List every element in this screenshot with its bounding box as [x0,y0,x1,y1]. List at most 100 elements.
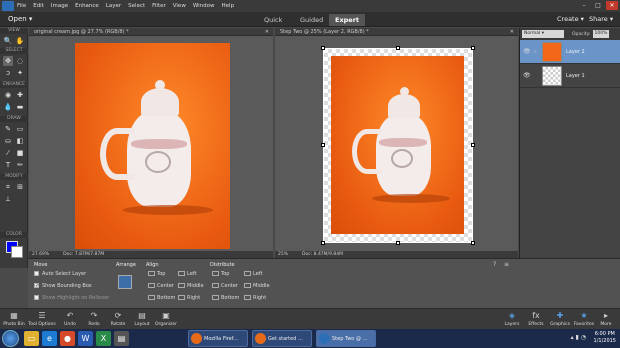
zoom-tool-icon[interactable]: 🔍 [3,36,13,46]
spot-heal-icon[interactable]: ✚ [15,90,25,100]
background-color-swatch[interactable] [11,246,23,258]
gradient-tool-icon[interactable]: ◧ [15,136,25,146]
share-button[interactable]: Share ▾ [589,15,613,23]
visibility-eye-icon[interactable]: 👁 [523,72,531,79]
doc1-tab[interactable]: original cream.jpg @ 27.7% (RGB/8) * ✕ [29,28,273,36]
menu-window[interactable]: Window [193,3,215,9]
doc2-photo[interactable] [331,56,464,234]
maximize-icon[interactable]: □ [592,1,604,10]
checkbox-checked-icon[interactable]: ✓ [34,283,39,289]
align-right[interactable]: Right [178,295,200,301]
transform-handle-bottom[interactable] [396,241,400,245]
transform-handle-tr[interactable] [471,46,475,50]
align-top[interactable]: Top [148,271,165,277]
sponge-tool-icon[interactable]: ▬ [15,102,25,112]
brush-tool-icon[interactable]: ✎ [3,124,13,134]
chrome-icon[interactable]: ● [60,331,75,346]
eraser-tool-icon[interactable]: ▭ [15,124,25,134]
eye-tool-icon[interactable]: ◉ [3,90,13,100]
menu-help[interactable]: Help [222,3,235,9]
menu-image[interactable]: Image [51,3,68,9]
hand-tool-icon[interactable]: ✋ [15,36,25,46]
taskbar-step-two[interactable]: Step Two @ ... [316,330,376,347]
transform-handle-br[interactable] [471,241,475,245]
show-bbox-option[interactable]: ✓ Show Bounding Box [34,283,92,289]
menu-filter[interactable]: Filter [152,3,166,9]
minimize-icon[interactable]: – [578,1,590,10]
transform-handle-left[interactable] [321,143,325,147]
visibility-eye-icon[interactable]: 👁 [523,48,531,55]
arrange-icon[interactable] [118,275,132,289]
tab-expert[interactable]: Expert [329,14,366,26]
distribute-top[interactable]: Top [212,271,229,277]
move-tool-icon[interactable]: ✥ [3,56,13,66]
clock[interactable]: 6:00 PM 1/1/2015 [594,331,616,345]
recompose-tool-icon[interactable]: ⊞ [15,182,25,192]
menu-enhance[interactable]: Enhance [75,3,99,9]
checkbox-icon[interactable] [34,271,39,276]
align-left[interactable]: Left [178,271,196,277]
transform-handle-bl[interactable] [321,241,325,245]
taskbar-get-started[interactable]: Get started ... [252,330,312,347]
align-middle[interactable]: Middle [178,283,204,289]
organizer-button[interactable]: ▣ Organizer [152,310,180,327]
doc1-close-icon[interactable]: ✕ [265,28,269,36]
distribute-middle[interactable]: Middle [244,283,270,289]
shape-tool-icon[interactable]: ■ [15,148,25,158]
magic-wand-icon[interactable]: ✦ [15,68,25,78]
doc1-zoom[interactable]: 27.69% [32,251,49,258]
lasso-tool-icon[interactable]: ↄ [3,68,13,78]
straighten-tool-icon[interactable]: ⟂ [3,194,13,204]
word-icon[interactable]: W [78,331,93,346]
type-tool-icon[interactable]: T [3,160,13,170]
help-icon[interactable]: ? [493,261,496,268]
ie-icon[interactable]: e [42,331,57,346]
taskbar-firefox[interactable]: Mozilla Firef... [188,330,248,347]
marquee-tool-icon[interactable]: ◌ [15,56,25,66]
excel-icon[interactable]: X [96,331,111,346]
tab-guided[interactable]: Guided [294,14,329,26]
menu-edit[interactable]: Edit [33,3,44,9]
opacity-input[interactable]: 100% [592,30,609,38]
layer-row-1[interactable]: 👁 Layer 1 [520,64,620,88]
blur-tool-icon[interactable]: 💧 [3,102,13,112]
menu-view[interactable]: View [173,3,186,9]
auto-select-option[interactable]: Auto Select Layer [34,271,86,277]
transform-handle-right[interactable] [471,143,475,147]
link-icon[interactable]: ∞ [533,49,540,55]
distribute-left[interactable]: Left [244,271,262,277]
photo-bin-button[interactable]: ▦ Photo Bin [0,310,28,327]
crop-tool-icon[interactable]: ⌗ [3,182,13,192]
tray-icons[interactable]: ▴ ▮ ◔ [571,334,586,341]
checkbox-icon[interactable] [34,295,39,300]
open-button[interactable]: Open ▾ [8,15,32,23]
doc2-tab[interactable]: Step Two @ 25% (Layer 2, RGB/8) * ✕ [275,28,518,36]
layer-row-2[interactable]: 👁 ∞ Layer 2 [520,40,620,64]
close-icon[interactable]: ✕ [606,1,618,10]
doc2-close-icon[interactable]: ✕ [510,28,514,36]
app-icon[interactable]: ▤ [114,331,129,346]
paint-bucket-icon[interactable]: ⛀ [3,136,13,146]
align-center[interactable]: Center [148,283,174,289]
menu-file[interactable]: File [17,3,26,9]
distribute-right[interactable]: Right [244,295,266,301]
doc2-zoom[interactable]: 25% [278,251,288,258]
eyedropper-icon[interactable]: ⁄ [3,148,13,158]
menu-layer[interactable]: Layer [106,3,121,9]
distribute-bottom[interactable]: Bottom [212,295,239,301]
transform-handle-top[interactable] [396,46,400,50]
distribute-center[interactable]: Center [212,283,238,289]
explorer-icon[interactable]: ▭ [24,331,39,346]
pencil-tool-icon[interactable]: ✏ [15,160,25,170]
start-button-icon[interactable] [2,330,19,347]
more-button[interactable]: ▸ More [592,310,620,327]
blend-mode-select[interactable]: Normal ▾ [522,30,564,38]
tool-options-button[interactable]: ☰ Tool Options [28,310,56,327]
tab-quick[interactable]: Quick [258,14,288,26]
create-button[interactable]: Create ▾ [557,15,584,23]
transform-handle-tl[interactable] [321,46,325,50]
show-highlight-option[interactable]: Show Highlight on Rollover [34,295,109,301]
panel-menu-icon[interactable]: ≡ [504,261,509,268]
menu-select[interactable]: Select [128,3,145,9]
align-bottom[interactable]: Bottom [148,295,175,301]
